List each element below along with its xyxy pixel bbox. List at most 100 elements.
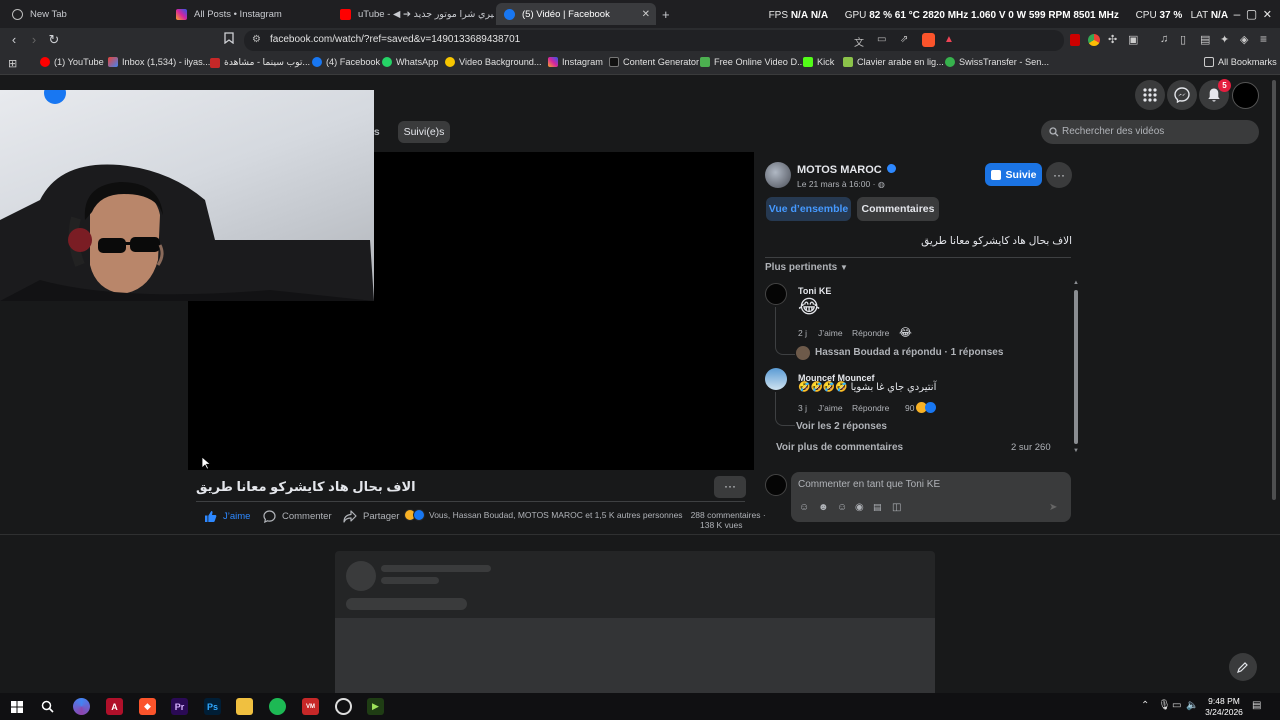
cast-icon[interactable]: ▭ [877, 34, 886, 45]
bookmark-video-downloader[interactable]: Free Online Video D... [700, 57, 805, 67]
sort-comments-dropdown[interactable]: Plus pertinents ▼ [765, 262, 848, 273]
bookmark-youtube[interactable]: (1) YouTube [40, 57, 104, 67]
taskbar-clock[interactable]: 9:48 PM 3/24/2026 [1199, 696, 1249, 718]
menu-grid-button[interactable] [1135, 80, 1165, 110]
brave-app-icon[interactable]: ◆ [139, 698, 156, 715]
chrome-app-icon[interactable] [73, 698, 90, 715]
extension-icon[interactable] [1070, 34, 1080, 46]
bookmark-kick[interactable]: Kick [803, 57, 834, 67]
comment-reply-button[interactable]: Répondre [852, 403, 889, 413]
sticker-icon[interactable]: ◫ [892, 502, 901, 513]
view-replies-link[interactable]: Hassan Boudad a répondu · 1 réponses [815, 347, 1003, 358]
comments-scrollbar-thumb[interactable] [1074, 290, 1078, 444]
premiere-pro-icon[interactable]: Pr [171, 698, 188, 715]
bookmark-icon[interactable] [221, 32, 237, 48]
tab-following[interactable]: Suivi(e)s [398, 121, 450, 143]
media-app-icon[interactable]: ▶ [367, 698, 384, 715]
follow-button[interactable]: Suivie [985, 163, 1042, 186]
comment-author[interactable]: Toni KE [798, 286, 831, 296]
post-date[interactable]: Le 21 mars à 16:00 · ◍ [797, 179, 885, 189]
bookmark-topcinema[interactable]: توب سينما - مشاهدة... [210, 57, 310, 68]
commenter-avatar[interactable] [765, 283, 787, 305]
translate-icon[interactable]: 文 [854, 34, 864, 49]
tab-overview[interactable]: Vue d’ensemble [766, 197, 851, 221]
tab-comments[interactable]: Commentaires [857, 197, 939, 221]
page-name[interactable]: MOTOS MAROC [797, 164, 896, 176]
obs-icon[interactable] [335, 698, 352, 715]
bookmark-facebook[interactable]: (4) Facebook [312, 57, 380, 67]
tab-instagram[interactable]: All Posts • Instagram [170, 3, 330, 25]
comment-age[interactable]: 3 j [798, 403, 807, 413]
avatar-sticker-icon[interactable]: ☺ [799, 502, 809, 513]
forward-button[interactable]: › [26, 32, 42, 48]
bookmark-clavier-arabe[interactable]: Clavier arabe en lig... [843, 57, 944, 67]
view-replies-link[interactable]: Voir les 2 réponses [796, 421, 887, 432]
wallet-icon[interactable]: ▤ [1200, 33, 1210, 46]
notification-center-icon[interactable]: ▤ [1252, 700, 1261, 711]
sidebar-icon[interactable]: ▯ [1180, 33, 1186, 46]
vpn-shield-icon[interactable]: ◈ [1240, 33, 1248, 46]
scroll-down-arrow-icon[interactable]: ▼ [1073, 448, 1079, 454]
video-search-input[interactable]: Rechercher des vidéos [1041, 120, 1259, 144]
bookmark-whatsapp[interactable]: WhatsApp [382, 57, 438, 67]
messenger-button[interactable] [1167, 80, 1197, 110]
page-avatar[interactable] [765, 162, 791, 188]
profile-avatar[interactable] [1232, 82, 1259, 109]
send-icon[interactable]: ➤ [1049, 502, 1057, 513]
photoshop-icon[interactable]: Ps [204, 698, 221, 715]
voicemeeter-icon[interactable]: VM [302, 698, 319, 715]
bookmark-instagram[interactable]: Instagram [548, 57, 603, 67]
like-button[interactable]: J’aime [204, 510, 250, 523]
tray-chevron-icon[interactable]: ⌃ [1141, 700, 1149, 711]
new-message-button[interactable] [1229, 653, 1257, 681]
close-tab-icon[interactable]: ✕ [642, 9, 650, 20]
media-controls-icon[interactable]: ♫ [1160, 33, 1168, 45]
volume-icon[interactable]: 🔈 [1186, 700, 1198, 711]
tab-facebook-video[interactable]: (5) Vidéo | Facebook ✕ [496, 3, 656, 25]
bookmark-video-background[interactable]: Video Background... [445, 57, 542, 67]
network-icon[interactable]: ▭ [1172, 700, 1181, 711]
brave-shields-icon[interactable] [922, 33, 935, 47]
more-comments-link[interactable]: Voir plus de commentaires [776, 442, 903, 453]
page-more-button[interactable]: ··· [1046, 162, 1072, 188]
comment-reply-button[interactable]: Répondre [852, 328, 889, 338]
emoji-icon[interactable]: ☺ [837, 502, 847, 513]
comment-button[interactable]: Commenter [263, 510, 332, 523]
scroll-up-arrow-icon[interactable]: ▲ [1073, 280, 1079, 286]
gif-icon[interactable]: ▤ [873, 502, 882, 513]
leo-ai-icon[interactable]: ✦ [1220, 33, 1229, 46]
puzzle-extensions-icon[interactable]: ✣ [1108, 33, 1117, 46]
share-button[interactable]: Partager [343, 510, 399, 523]
video-more-options-button[interactable]: ··· [714, 476, 746, 498]
page-scrollbar[interactable] [1272, 80, 1276, 500]
apps-grid-icon[interactable]: ⊞ [8, 57, 17, 70]
bookmark-gmail[interactable]: Inbox (1,534) - ilyas... [108, 57, 210, 67]
file-explorer-icon[interactable] [236, 698, 253, 715]
microphone-icon[interactable]: 🎙 [1158, 700, 1171, 711]
site-info-icon[interactable]: ⚙ [252, 34, 261, 45]
windows-start-icon[interactable] [8, 698, 25, 715]
adobe-app-icon[interactable]: A [106, 698, 123, 715]
brave-rewards-icon[interactable]: ▲ [944, 34, 954, 45]
comment-input[interactable]: Commenter en tant que Toni KE ☺ ☻ ☺ ◉ ▤ … [791, 472, 1071, 522]
camera-icon[interactable]: ◉ [855, 502, 864, 513]
address-bar[interactable]: ⚙ facebook.com/watch/?ref=saved&v=149013… [244, 30, 1064, 51]
screenshot-icon[interactable]: ▣ [1128, 33, 1138, 46]
extension-color-icon[interactable] [1088, 34, 1100, 46]
all-bookmarks[interactable]: All Bookmarks [1204, 57, 1277, 67]
menu-icon[interactable]: ≡ [1260, 32, 1267, 46]
new-tab-button[interactable]: + [662, 3, 676, 25]
bookmark-swisstransfer[interactable]: SwissTransfer - Sen... [945, 57, 1049, 67]
spotify-icon[interactable] [269, 698, 286, 715]
comment-reactions[interactable]: 90 [905, 402, 937, 413]
bookmark-content-generator[interactable]: Content Generator [609, 57, 699, 67]
share-icon[interactable]: ⇗ [900, 34, 908, 45]
commenter-avatar[interactable] [765, 368, 787, 390]
comments-count[interactable]: 288 commentaires · [691, 510, 766, 520]
reload-button[interactable]: ↻ [46, 32, 62, 48]
search-icon[interactable] [39, 698, 56, 715]
url-text[interactable]: facebook.com/watch/?ref=saved&v=14901336… [270, 34, 520, 45]
tab-youtube[interactable]: uTube - ◀ ➔ عشيري شرا موتور جديد [334, 3, 494, 25]
comment-age[interactable]: 2 j [798, 328, 807, 338]
comment-like-button[interactable]: J’aime [818, 328, 843, 338]
